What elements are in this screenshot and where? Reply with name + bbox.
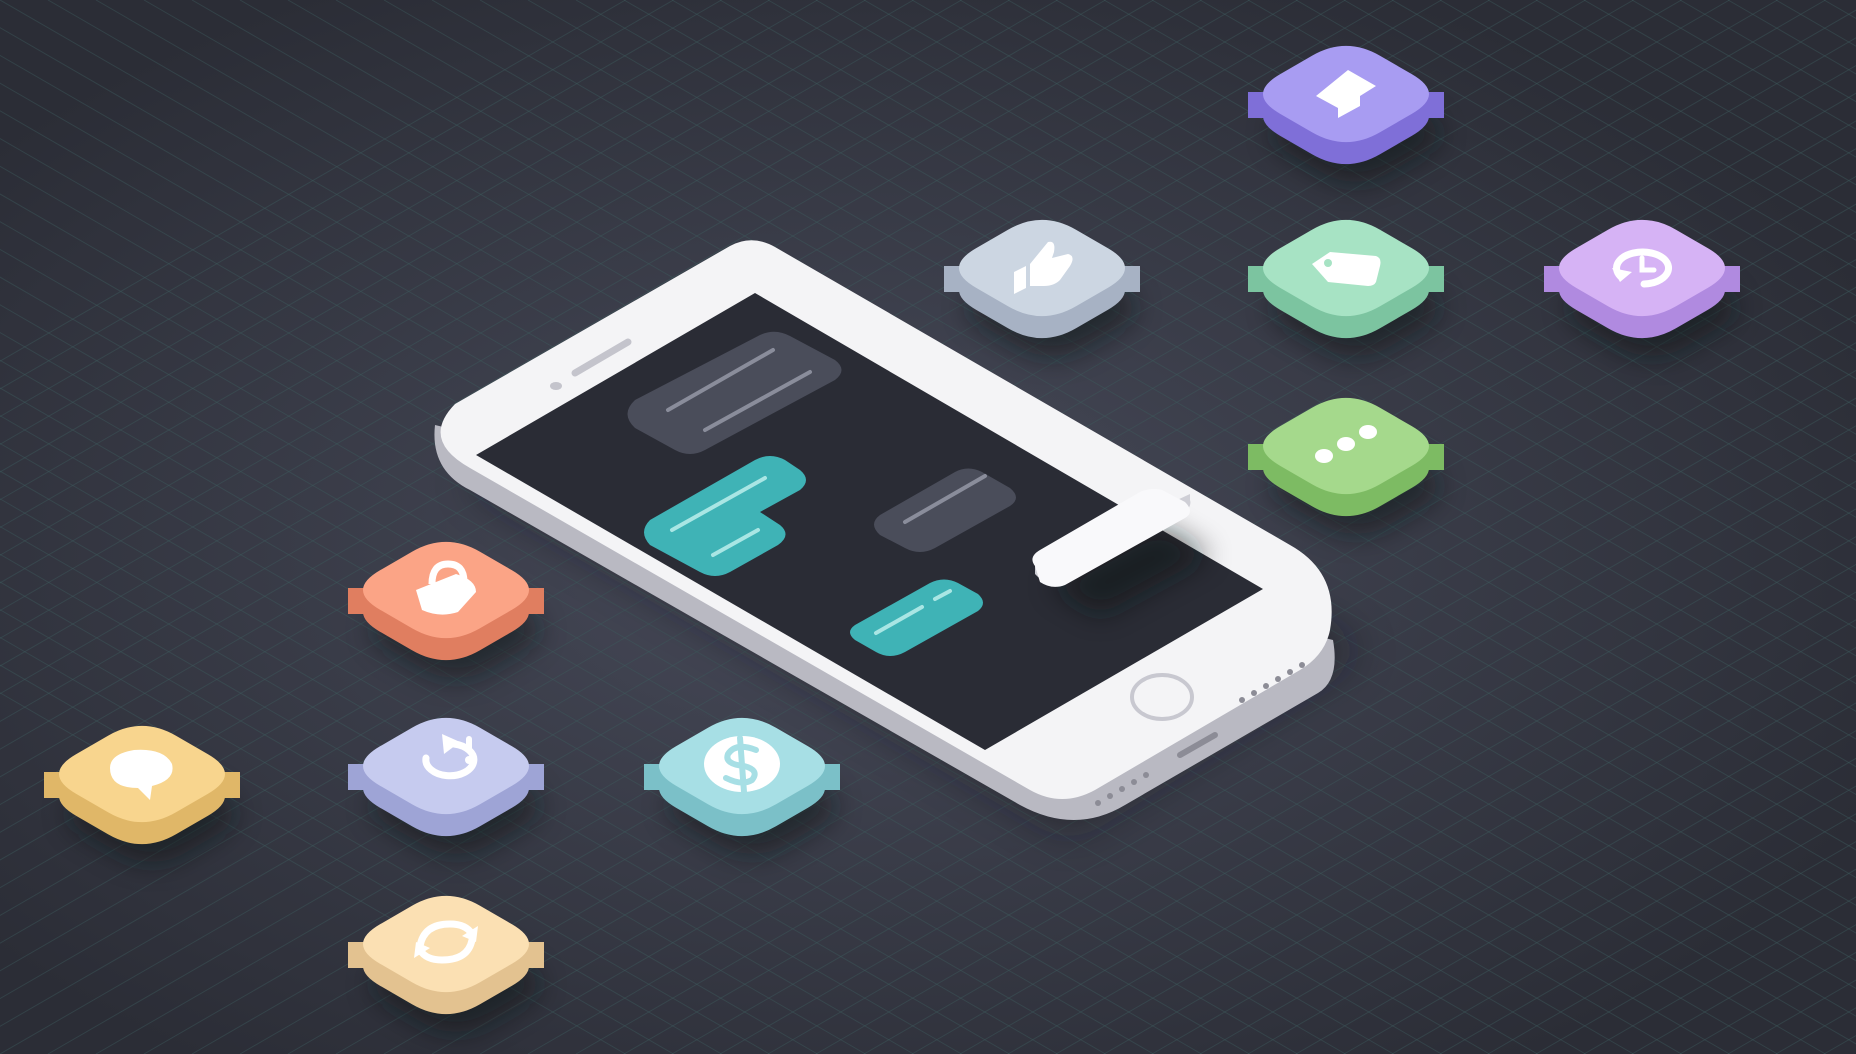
ellipsis-dot <box>1359 425 1377 439</box>
ellipsis-icon <box>1315 449 1333 463</box>
home-button[interactable] <box>1130 673 1194 721</box>
tile-glyph <box>704 735 780 795</box>
alert-mark <box>466 736 472 752</box>
isometric-scene <box>0 0 1856 1054</box>
ellipsis-dot <box>1337 437 1355 451</box>
tag-hole <box>1324 259 1332 267</box>
phone-camera <box>550 382 562 390</box>
alert-dot <box>465 756 473 764</box>
